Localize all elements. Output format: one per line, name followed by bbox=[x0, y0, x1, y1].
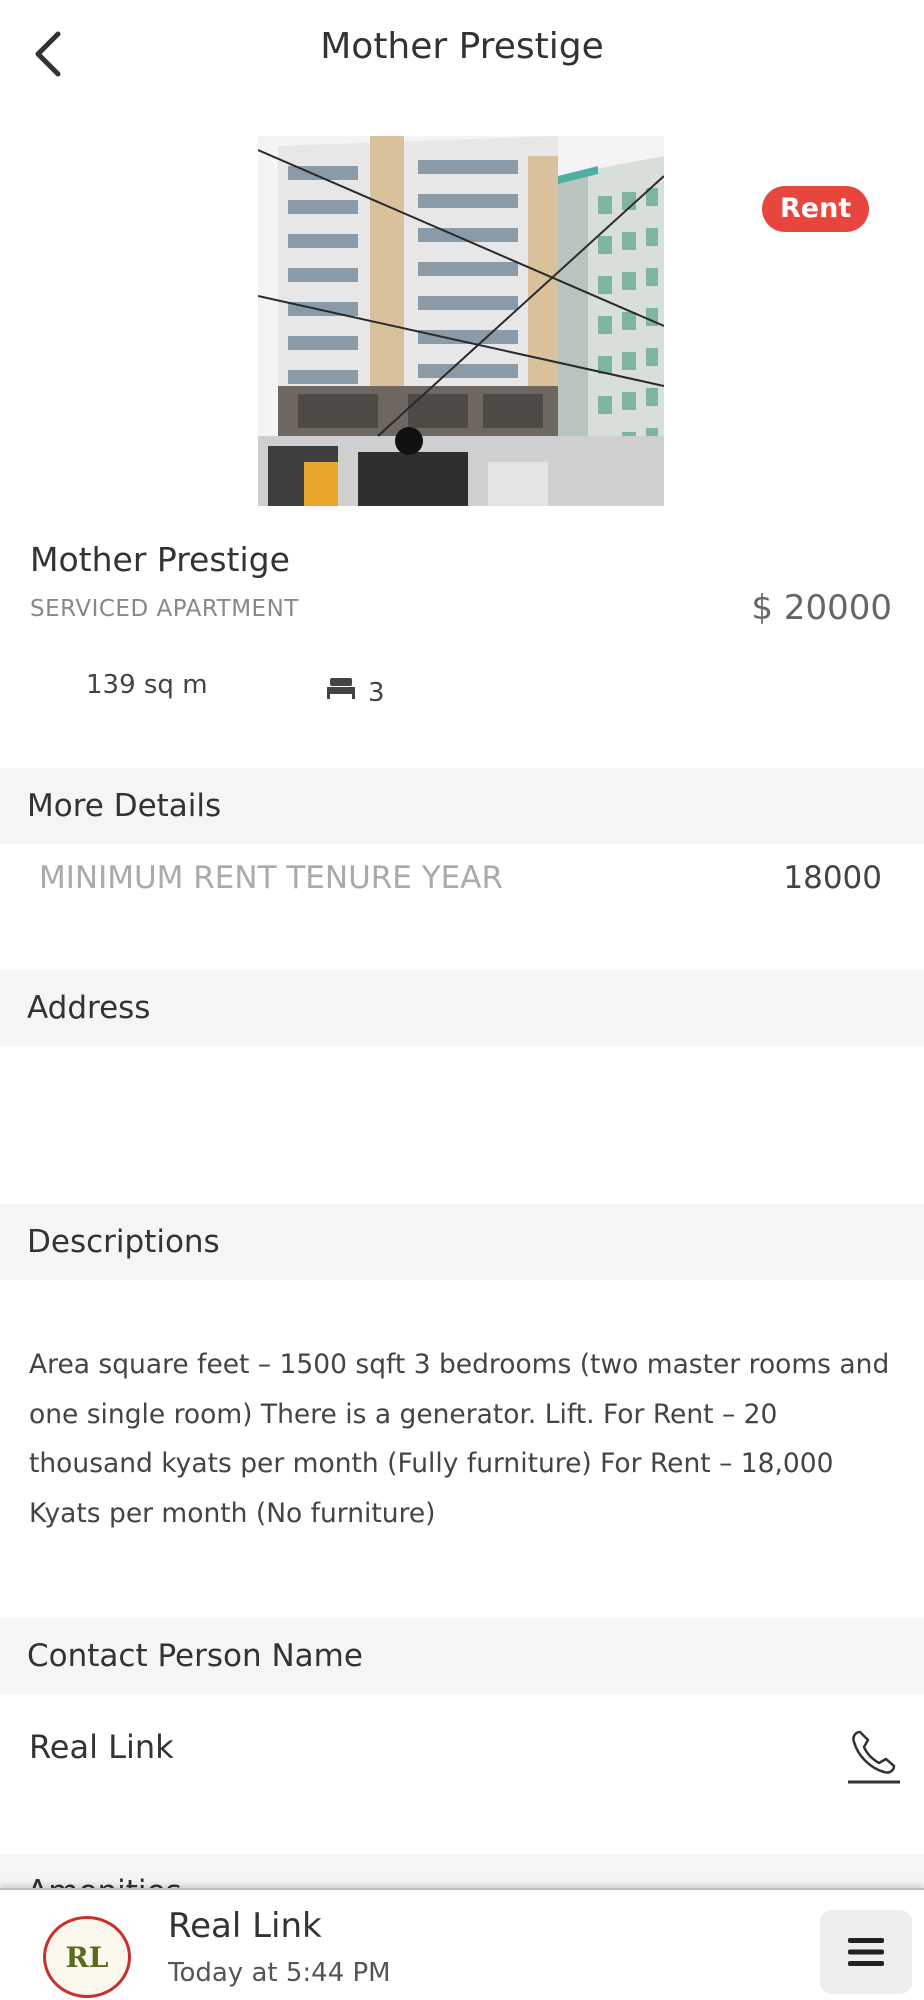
app-header: Mother Prestige bbox=[0, 0, 924, 104]
bedroom-count: 3 bbox=[368, 678, 385, 708]
page-title: Mother Prestige bbox=[320, 26, 604, 67]
agency-logo: RL bbox=[43, 1916, 131, 1998]
contact-name: Real Link bbox=[29, 1728, 174, 1766]
phone-icon bbox=[848, 1730, 900, 1784]
description-text: Area square feet – 1500 sqft 3 bedrooms … bbox=[29, 1349, 890, 1529]
detail-label: MINIMUM RENT TENURE YEAR bbox=[39, 860, 504, 896]
section-contact-person: Contact Person Name bbox=[0, 1618, 924, 1694]
property-image-carousel[interactable]: Rent bbox=[0, 136, 924, 506]
listing-type-badge: Rent bbox=[762, 186, 870, 232]
agency-name: Real Link bbox=[168, 1906, 322, 1946]
call-button[interactable] bbox=[846, 1726, 902, 1786]
bed-icon bbox=[327, 678, 355, 699]
section-more-details: More Details bbox=[0, 768, 924, 844]
logo-text: RL bbox=[65, 1941, 109, 1974]
post-time: Today at 5:44 PM bbox=[168, 1958, 391, 1988]
property-photo bbox=[258, 136, 664, 506]
section-descriptions: Descriptions bbox=[0, 1204, 924, 1280]
section-address: Address bbox=[0, 970, 924, 1046]
property-type: SERVICED APARTMENT bbox=[30, 596, 299, 622]
property-name: Mother Prestige bbox=[30, 540, 290, 579]
property-area: 139 sq m bbox=[86, 670, 208, 700]
hamburger-menu-icon bbox=[848, 1938, 884, 1966]
bedroom-info: 3 bbox=[326, 668, 385, 708]
property-price: $ 20000 bbox=[751, 588, 892, 628]
menu-button[interactable] bbox=[820, 1910, 912, 1994]
bottom-agent-bar: RL Real Link Today at 5:44 PM bbox=[0, 1888, 924, 2000]
detail-value: 18000 bbox=[783, 860, 882, 896]
